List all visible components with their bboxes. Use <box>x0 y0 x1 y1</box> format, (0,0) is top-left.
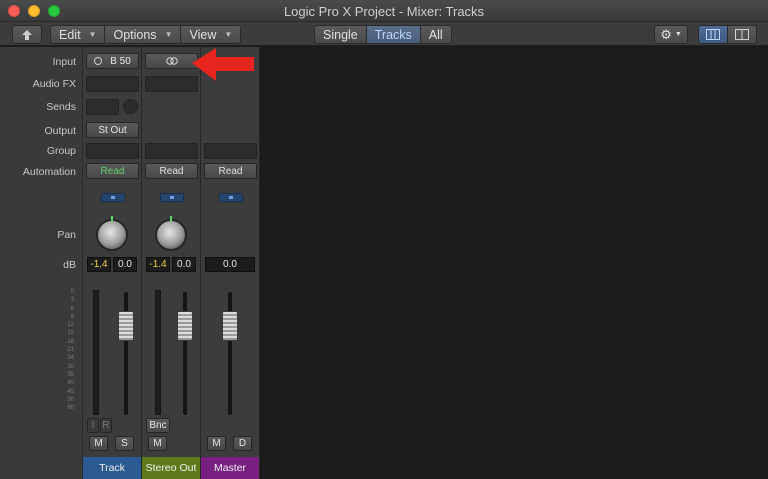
scale-tick: 3 <box>70 297 74 304</box>
tab-single[interactable]: Single <box>315 26 367 43</box>
volume-fader-handle[interactable] <box>118 311 134 341</box>
volume-fader-handle[interactable] <box>222 311 238 341</box>
solo-button[interactable]: S <box>115 436 134 451</box>
volume-fader-handle[interactable] <box>177 311 193 341</box>
layout-toggle <box>698 25 757 44</box>
meter-scale: 0 3 6 9 12 15 18 21 24 30 35 40 45 50 60 <box>62 288 74 412</box>
mute-button[interactable]: M <box>148 436 167 451</box>
view-tabs: Single Tracks All <box>314 25 452 44</box>
dim-button[interactable]: D <box>233 436 252 451</box>
group-slot[interactable] <box>204 143 257 159</box>
group-slot[interactable] <box>86 143 139 159</box>
peak-level-display[interactable]: -1.4 <box>146 257 170 272</box>
split-view-icon <box>735 29 749 40</box>
mute-button[interactable]: M <box>207 436 226 451</box>
bounce-button[interactable]: Bnc <box>146 418 170 433</box>
settings-menu-button[interactable]: ⚙ ▼ <box>654 25 688 44</box>
track-name[interactable]: Track <box>83 457 141 479</box>
audio-fx-slot[interactable] <box>145 76 198 92</box>
wide-channels-button[interactable] <box>699 26 728 43</box>
label-sends: Sends <box>46 101 76 113</box>
label-audio-fx: Audio FX <box>32 78 76 90</box>
channel-strip-track: B 50 St Out Read -1.4 0.0 I R M S Track <box>83 47 142 479</box>
input-monitor-button[interactable]: I <box>87 418 99 433</box>
edit-menu[interactable]: Edit ▼ <box>51 26 106 43</box>
label-output: Output <box>44 125 76 137</box>
stereo-link-icon <box>165 57 178 65</box>
window-title: Logic Pro X Project - Mixer: Tracks <box>283 4 485 19</box>
channel-strip-stereo-out: Read -1.4 0.0 Bnc M Stereo Out <box>142 47 201 479</box>
tab-all[interactable]: All <box>420 26 451 43</box>
label-pan: Pan <box>57 229 76 241</box>
automation-mode-button[interactable]: Read <box>86 163 139 179</box>
output-slot[interactable]: St Out <box>86 122 139 138</box>
edit-menu-label: Edit <box>59 27 81 42</box>
pan-indicator <box>219 193 243 202</box>
input-slot[interactable]: B 50 <box>86 53 139 69</box>
volume-display[interactable]: 0.0 <box>113 257 137 272</box>
scale-tick: 9 <box>70 313 74 320</box>
options-menu-label: Options <box>113 27 157 42</box>
automation-mode-button[interactable]: Read <box>204 163 257 179</box>
send-level-knob[interactable] <box>123 99 138 114</box>
automation-mode-button[interactable]: Read <box>145 163 198 179</box>
label-input: Input <box>52 56 76 68</box>
scale-tick: 21 <box>67 347 74 354</box>
chevron-down-icon: ▼ <box>88 30 97 39</box>
scale-tick: 35 <box>67 371 74 378</box>
group-slot[interactable] <box>145 143 198 159</box>
level-meter <box>93 290 99 415</box>
tab-tracks[interactable]: Tracks <box>366 26 421 43</box>
mute-button[interactable]: M <box>89 436 108 451</box>
scale-tick: 60 <box>67 405 74 412</box>
send-slot[interactable] <box>86 99 119 115</box>
track-name[interactable]: Stereo Out <box>142 457 200 479</box>
view-menu-label: View <box>189 27 217 42</box>
gear-icon: ⚙ <box>660 26 672 42</box>
columns-icon <box>706 29 720 40</box>
label-group: Group <box>46 145 76 157</box>
scale-tick: 12 <box>67 322 74 329</box>
move-up-button[interactable] <box>12 25 42 44</box>
mixer-toolbar: Edit ▼ Options ▼ View ▼ Single Tracks Al… <box>0 22 768 46</box>
pan-knob[interactable] <box>96 216 128 251</box>
pan-indicator <box>160 193 184 202</box>
record-enable-button[interactable]: R <box>100 418 112 433</box>
scale-tick: 45 <box>67 388 74 395</box>
track-name[interactable]: Master <box>201 457 259 479</box>
label-db: dB <box>63 259 76 271</box>
scale-tick: 15 <box>67 330 74 337</box>
view-menu[interactable]: View ▼ <box>181 26 241 43</box>
level-meter <box>155 290 161 415</box>
input-value: B 50 <box>110 55 131 67</box>
pan-knob[interactable] <box>155 216 187 251</box>
strip-label-column: Input Audio FX Sends Output Group Automa… <box>0 47 83 479</box>
volume-display[interactable]: 0.0 <box>172 257 196 272</box>
scale-tick: 18 <box>67 338 74 345</box>
chevron-down-icon: ▼ <box>674 31 682 38</box>
audio-fx-slot[interactable] <box>86 76 139 92</box>
input-format-button[interactable] <box>145 53 198 69</box>
scale-tick: 40 <box>67 380 74 387</box>
scale-tick: 50 <box>67 396 74 403</box>
peak-level-display[interactable]: -1.4 <box>87 257 111 272</box>
label-automation: Automation <box>22 166 76 178</box>
chevron-down-icon: ▼ <box>164 30 173 39</box>
mono-circle-icon <box>94 57 103 65</box>
channel-strip-master: Read 0.0 M D Master <box>201 47 260 479</box>
scale-tick: 30 <box>67 363 74 370</box>
title-bar: Logic Pro X Project - Mixer: Tracks <box>0 0 768 22</box>
scale-tick: 0 <box>70 289 74 295</box>
chevron-down-icon: ▼ <box>224 30 233 39</box>
options-menu[interactable]: Options ▼ <box>105 26 182 43</box>
scale-tick: 6 <box>70 305 74 312</box>
mixer-empty-area <box>262 47 768 479</box>
pan-indicator <box>101 193 125 202</box>
annotation-arrow-icon <box>192 48 254 81</box>
scale-tick: 24 <box>67 355 74 362</box>
narrow-channels-button[interactable] <box>728 26 756 43</box>
volume-display[interactable]: 0.0 <box>205 257 255 272</box>
arrow-up-icon <box>22 29 32 40</box>
menu-group: Edit ▼ Options ▼ View ▼ <box>50 25 242 44</box>
